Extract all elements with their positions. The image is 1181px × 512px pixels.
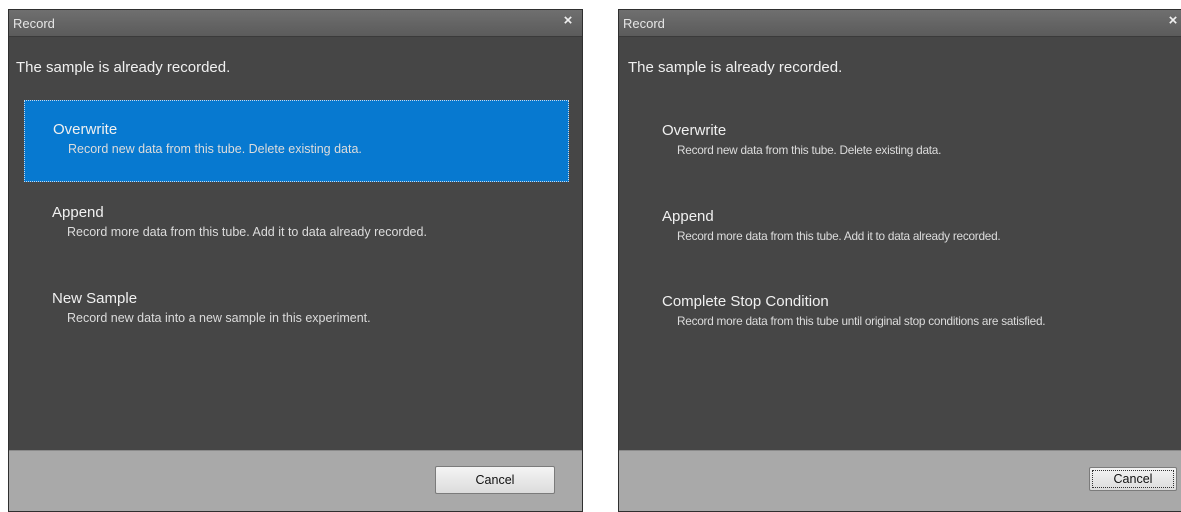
option-append[interactable]: Append Record more data from this tube. … — [24, 184, 569, 266]
option-description: Record new data from this tube. Delete e… — [677, 143, 942, 157]
record-dialog-right: Record × The sample is already recorded.… — [618, 9, 1181, 512]
option-description: Record new data from this tube. Delete e… — [68, 142, 362, 156]
dialog-message: The sample is already recorded. — [16, 59, 231, 76]
option-title: Complete Stop Condition — [662, 293, 829, 310]
option-overwrite[interactable]: Overwrite Record new data from this tube… — [634, 102, 1179, 184]
record-dialog-left: Record × The sample is already recorded.… — [8, 9, 583, 512]
dialog-message: The sample is already recorded. — [628, 59, 843, 76]
dialog-footer: Cancel — [619, 450, 1181, 511]
option-description: Record new data into a new sample in thi… — [67, 311, 371, 325]
option-new-sample[interactable]: New Sample Record new data into a new sa… — [24, 270, 569, 352]
option-title: Overwrite — [662, 122, 727, 139]
dialog-title: Record — [623, 16, 665, 31]
option-title: New Sample — [52, 290, 138, 307]
dialog-titlebar[interactable]: Record × — [9, 10, 582, 37]
dialog-titlebar[interactable]: Record × — [619, 10, 1181, 37]
option-title: Overwrite — [53, 121, 118, 138]
option-complete-stop-condition[interactable]: Complete Stop Condition Record more data… — [634, 273, 1179, 355]
close-icon[interactable]: × — [1165, 13, 1181, 29]
option-overwrite[interactable]: Overwrite Record new data from this tube… — [24, 100, 569, 182]
dialog-footer: Cancel — [9, 450, 582, 511]
option-title: Append — [52, 204, 104, 221]
close-icon[interactable]: × — [560, 13, 576, 29]
option-description: Record more data from this tube. Add it … — [677, 229, 1001, 243]
option-append[interactable]: Append Record more data from this tube. … — [634, 188, 1179, 270]
cancel-button[interactable]: Cancel — [435, 466, 555, 494]
cancel-button[interactable]: Cancel — [1089, 467, 1177, 491]
option-description: Record more data from this tube until or… — [677, 314, 1046, 328]
screenshot-stage: Record × The sample is already recorded.… — [0, 0, 1181, 512]
option-title: Append — [662, 208, 714, 225]
dialog-title: Record — [13, 16, 55, 31]
option-description: Record more data from this tube. Add it … — [67, 225, 427, 239]
